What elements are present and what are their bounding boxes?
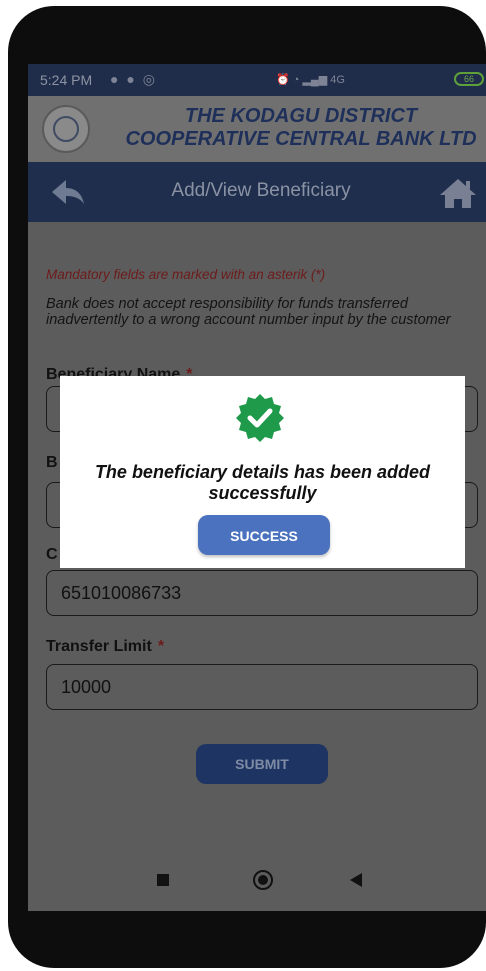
transfer-limit-input[interactable]: 10000 [46, 664, 478, 710]
bank-name: THE KODAGU DISTRICT COOPERATIVE CENTRAL … [108, 105, 486, 151]
page-title: Add/View Beneficiary [171, 180, 351, 201]
phone-frame: 5:24 PM ● ● ◎ ⏰ ◔ ▂▄▆ 4G 66 THE KODAGU D… [8, 6, 486, 968]
field3-label: C [46, 546, 58, 563]
home-icon[interactable] [438, 176, 478, 210]
verified-check-icon [236, 394, 284, 442]
network-type: 4G [330, 74, 345, 86]
success-dialog: The beneficiary details has been added s… [60, 376, 465, 568]
dialog-message: The beneficiary details has been added s… [94, 462, 431, 503]
nav-bar: Add/View Beneficiary [28, 162, 486, 222]
android-nav-bar [28, 864, 486, 911]
submit-button[interactable]: SUBMIT [196, 744, 328, 784]
recents-icon[interactable] [157, 874, 169, 886]
battery-icon: 66 [454, 72, 484, 86]
bank-logo [42, 105, 90, 153]
back-triangle-icon[interactable] [350, 873, 362, 887]
success-button[interactable]: SUCCESS [198, 515, 330, 555]
transfer-limit-label: Transfer Limit * [46, 638, 165, 655]
bank-name-line2: COOPERATIVE CENTRAL BANK LTD [125, 128, 477, 150]
disclaimer-text: Bank does not accept responsibility for … [46, 296, 451, 328]
home-circle-icon[interactable] [253, 870, 273, 890]
account-number-input[interactable]: 651010086733 [46, 570, 478, 616]
bank-header: THE KODAGU DISTRICT COOPERATIVE CENTRAL … [28, 96, 486, 162]
field2-label: B [46, 454, 58, 471]
notification-icons: ● ● ◎ [110, 71, 157, 87]
mandatory-note: Mandatory fields are marked with an aste… [46, 267, 326, 282]
app-screen: 5:24 PM ● ● ◎ ⏰ ◔ ▂▄▆ 4G 66 THE KODAGU D… [28, 64, 486, 911]
bank-name-line1: THE KODAGU DISTRICT [184, 105, 418, 127]
status-time: 5:24 PM [40, 72, 93, 88]
status-bar: 5:24 PM ● ● ◎ ⏰ ◔ ▂▄▆ 4G 66 [28, 64, 486, 96]
battery-level: 66 [463, 74, 474, 84]
signal-icons: ⏰ ◔ ▂▄▆ 4G [276, 74, 345, 86]
